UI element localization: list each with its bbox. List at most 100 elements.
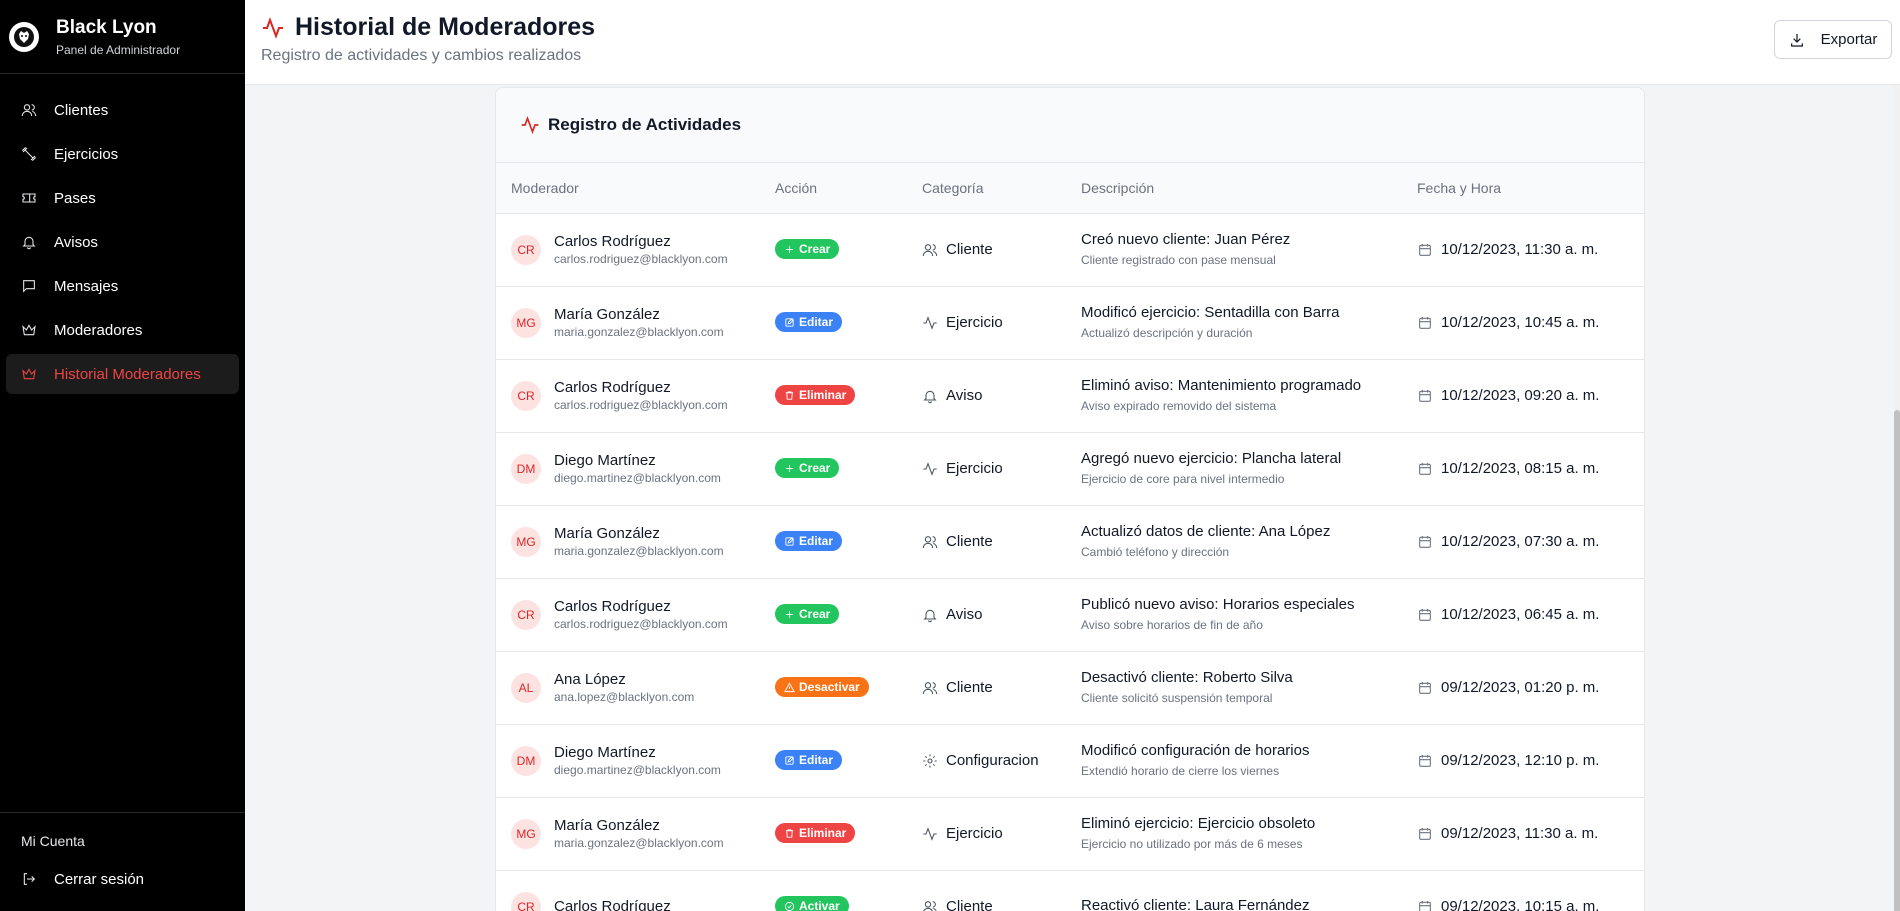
lion-logo-icon [9, 21, 39, 52]
plus-icon [786, 611, 793, 618]
moderator-name: Ana López [554, 670, 626, 688]
moderator-email: diego.martinez@blacklyon.com [554, 470, 721, 485]
activity-table: Moderador Acción Categoría Descripción F… [496, 163, 1644, 911]
activity-icon [263, 16, 283, 39]
category-label: Aviso [946, 387, 983, 404]
table-row[interactable]: MG María González maria.gonzalez@blackly… [496, 505, 1644, 578]
date-label: 10/12/2023, 07:30 a. m. [1441, 533, 1600, 550]
moderator-cell: DM Diego Martínez diego.martinez@blackly… [511, 744, 775, 778]
table-row[interactable]: CR Carlos Rodríguez carlos.rodriguez@bla… [496, 359, 1644, 432]
category-cell: Cliente [922, 898, 1081, 911]
table-row[interactable]: CR Carlos Rodríguez Activar Cliente Reac… [496, 870, 1644, 911]
date-cell: 09/12/2023, 12:10 p. m. [1417, 752, 1644, 769]
avatar: CR [511, 380, 541, 411]
sidebar-item-clientes[interactable]: Clientes [6, 90, 239, 130]
category-label: Ejercicio [946, 460, 1003, 477]
description-main: Actualizó datos de cliente: Ana López [1081, 523, 1331, 540]
bell-icon [923, 609, 937, 622]
sidebar-item-avisos[interactable]: Avisos [6, 222, 239, 262]
sidebar-item-pases[interactable]: Pases [6, 178, 239, 218]
users-icon [922, 535, 938, 548]
column-header-descripcion: Descripción [1081, 163, 1417, 214]
action-badge: Crear [775, 239, 840, 260]
action-badge: Eliminar [775, 823, 856, 844]
calendar-icon [1419, 608, 1431, 621]
moderator-name: Carlos Rodríguez [554, 597, 671, 615]
moderator-name: María González [554, 816, 660, 834]
card-header: Registro de Actividades [496, 88, 1644, 163]
category-label: Aviso [946, 606, 983, 623]
users-icon [922, 243, 938, 256]
category-label: Ejercicio [946, 825, 1003, 842]
table-row[interactable]: MG María González maria.gonzalez@blackly… [496, 286, 1644, 359]
category-label: Cliente [946, 898, 993, 911]
users-icon [922, 681, 938, 694]
sidebar-item-historial-moderadores[interactable]: Historial Moderadores [6, 354, 239, 394]
moderator-cell: AL Ana López ana.lopez@blacklyon.com [511, 671, 775, 705]
action-label: Crear [799, 242, 831, 257]
calendar-icon [1419, 754, 1431, 767]
moderator-name: Diego Martínez [554, 451, 656, 469]
action-badge: Editar [775, 312, 843, 333]
category-cell: Cliente [922, 533, 1081, 550]
moderator-email: carlos.rodriguez@blacklyon.com [554, 251, 728, 266]
column-header-categoria: Categoría [922, 163, 1081, 214]
category-label: Cliente [946, 679, 993, 696]
edit-icon [785, 318, 794, 327]
brand-subtitle: Panel de Administrador [56, 42, 181, 57]
scrollbar-thumb[interactable] [1894, 410, 1900, 911]
avatar: MG [511, 307, 541, 338]
export-button[interactable]: Exportar [1774, 20, 1892, 59]
action-badge: Eliminar [775, 385, 856, 406]
moderator-cell: CR Carlos Rodríguez [511, 891, 775, 911]
action-label: Eliminar [799, 826, 847, 841]
description-main: Agregó nuevo ejercicio: Plancha lateral [1081, 450, 1342, 467]
sidebar-item-moderadores[interactable]: Moderadores [6, 310, 239, 350]
description-main: Eliminó ejercicio: Ejercicio obsoleto [1081, 815, 1316, 832]
sidebar-item-label: Historial Moderadores [54, 365, 201, 383]
calendar-icon [1419, 462, 1431, 475]
activity-icon [521, 115, 539, 135]
description-detail: Extendió horario de cierre los viernes [1081, 764, 1280, 778]
plus-icon [786, 246, 793, 253]
warning-icon [784, 682, 795, 692]
account-label: Mi Cuenta [21, 833, 85, 849]
avatar: MG [511, 526, 541, 557]
calendar-icon [1419, 389, 1431, 402]
action-label: Editar [799, 315, 834, 330]
table-row[interactable]: CR Carlos Rodríguez carlos.rodriguez@bla… [496, 578, 1644, 651]
moderator-email: carlos.rodriguez@blacklyon.com [554, 616, 728, 631]
dumbbell-icon [21, 146, 37, 162]
download-icon [1790, 33, 1803, 47]
sidebar-item-mensajes[interactable]: Mensajes [6, 266, 239, 306]
scrollbar[interactable] [1894, 85, 1900, 911]
table-row[interactable]: DM Diego Martínez diego.martinez@blackly… [496, 724, 1644, 797]
date-label: 09/12/2023, 01:20 p. m. [1441, 679, 1600, 696]
bell-icon [923, 390, 937, 403]
description-main: Publicó nuevo aviso: Horarios especiales [1081, 596, 1355, 613]
table-row[interactable]: AL Ana López ana.lopez@blacklyon.com Des… [496, 651, 1644, 724]
category-label: Ejercicio [946, 314, 1003, 331]
table-row[interactable]: MG María González maria.gonzalez@blackly… [496, 797, 1644, 870]
logout-button[interactable]: Cerrar sesión [6, 861, 239, 897]
action-badge: Editar [775, 750, 843, 771]
description-detail: Cliente registrado con pase mensual [1081, 253, 1276, 267]
calendar-icon [1419, 243, 1431, 256]
category-cell: Cliente [922, 679, 1081, 696]
category-label: Cliente [946, 533, 993, 550]
message-icon [23, 280, 35, 293]
date-cell: 10/12/2023, 07:30 a. m. [1417, 533, 1644, 550]
category-cell: Ejercicio [922, 314, 1081, 331]
sidebar-item-ejercicios[interactable]: Ejercicios [6, 134, 239, 174]
avatar: DM [511, 453, 541, 484]
moderator-name: María González [554, 305, 660, 323]
moderator-cell: CR Carlos Rodríguez carlos.rodriguez@bla… [511, 379, 775, 413]
sidebar-item-label: Pases [54, 189, 96, 207]
table-row[interactable]: CR Carlos Rodríguez carlos.rodriguez@bla… [496, 213, 1644, 286]
moderator-email: maria.gonzalez@blacklyon.com [554, 835, 724, 850]
date-cell: 10/12/2023, 06:45 a. m. [1417, 606, 1644, 623]
description-detail: Cliente solicitó suspensión temporal [1081, 691, 1273, 705]
category-cell: Ejercicio [922, 460, 1081, 477]
table-row[interactable]: DM Diego Martínez diego.martinez@blackly… [496, 432, 1644, 505]
column-header-fecha: Fecha y Hora [1417, 163, 1644, 214]
